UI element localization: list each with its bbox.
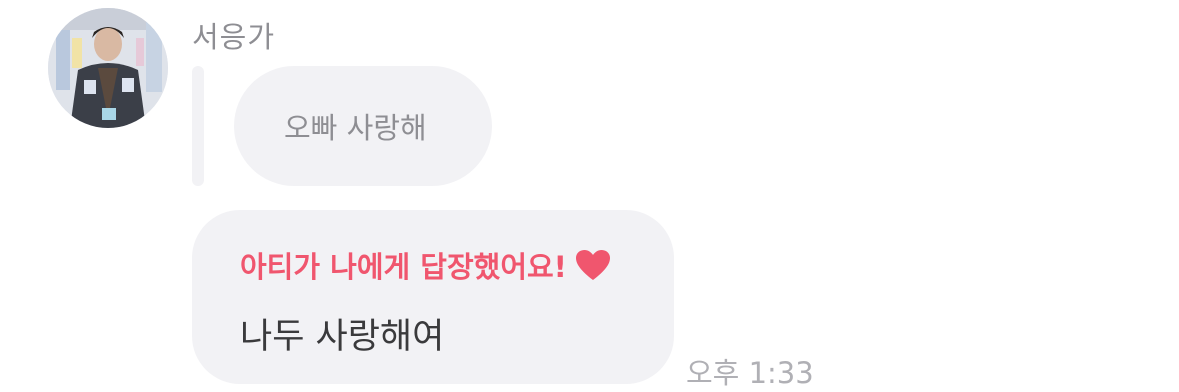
sender-name: 서응가 (192, 20, 276, 54)
avatar[interactable] (48, 8, 168, 128)
profile-photo (48, 8, 168, 128)
reply-header-text: 아티가 나에게 답장했어요! (240, 250, 567, 284)
quoted-message-text: 오빠 사랑해 (284, 111, 427, 145)
quoted-message-bubble[interactable]: 오빠 사랑해 (234, 66, 492, 186)
message-timestamp: 오후 1:33 (686, 356, 814, 390)
reply-header: 아티가 나에게 답장했어요! (240, 244, 611, 286)
heart-icon (575, 249, 611, 281)
reply-message-bubble[interactable]: 아티가 나에게 답장했어요! 나두 사랑해여 (192, 210, 674, 384)
quote-indicator-bar (192, 66, 204, 186)
reply-message-text: 나두 사랑해여 (240, 317, 445, 357)
